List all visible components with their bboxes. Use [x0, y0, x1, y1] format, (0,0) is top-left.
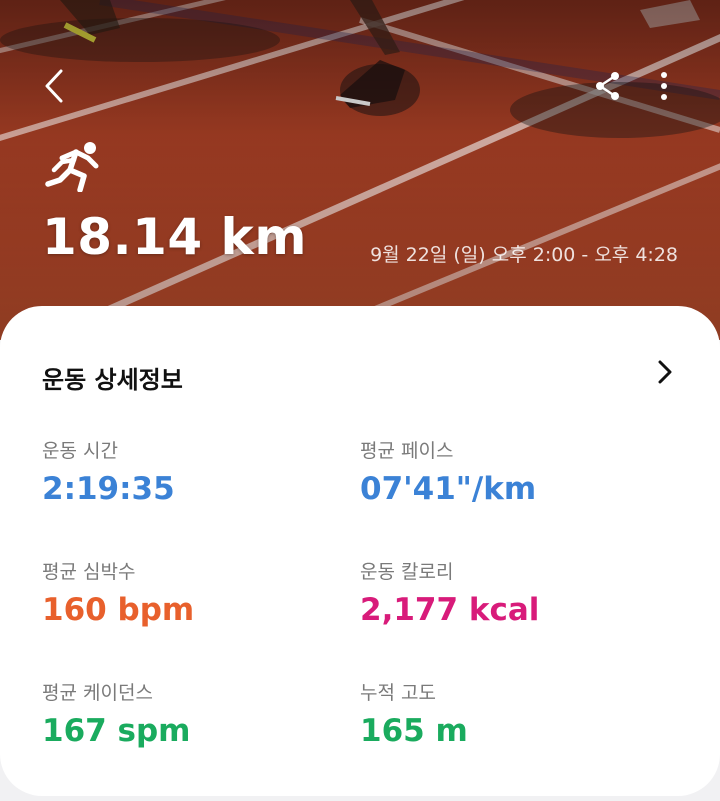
more-options-button[interactable] — [640, 62, 688, 110]
chevron-right-icon — [658, 360, 672, 384]
metric-average-cadence: 평균 케이던스 167 spm — [42, 678, 190, 749]
metric-value: 167 spm — [42, 713, 191, 749]
metric-average-heart-rate: 평균 심박수 160 bpm — [42, 557, 194, 628]
share-icon — [596, 72, 619, 100]
workout-details-open-button[interactable] — [648, 356, 680, 388]
metric-calories: 운동 칼로리 2,177 kcal — [360, 557, 539, 628]
metric-average-pace: 평균 페이스 07'41"/km — [360, 436, 536, 507]
chevron-left-icon — [45, 69, 63, 103]
metric-value: 07'41"/km — [360, 471, 537, 507]
running-icon — [45, 142, 99, 192]
metric-label: 운동 칼로리 — [360, 561, 454, 583]
metric-value: 2:19:35 — [42, 471, 175, 507]
metric-workout-time: 운동 시간 2:19:35 — [42, 436, 175, 507]
metric-value: 165 m — [360, 713, 468, 749]
hero-image: 18.14 km 9월 22일 (일) 오후 2:00 - 오후 4:28 — [0, 0, 720, 340]
total-distance: 18.14 km — [42, 208, 307, 266]
share-button[interactable] — [584, 62, 632, 110]
metric-value: 160 bpm — [42, 592, 195, 628]
metric-label: 운동 시간 — [42, 440, 118, 462]
metric-label: 평균 페이스 — [360, 440, 454, 462]
workout-date-range: 9월 22일 (일) 오후 2:00 - 오후 4:28 — [370, 244, 678, 266]
workout-details-title: 운동 상세정보 — [42, 366, 183, 394]
hero-shade — [0, 0, 720, 340]
metric-elevation-gain: 누적 고도 165 m — [360, 678, 468, 749]
metric-label: 누적 고도 — [360, 682, 436, 704]
metric-label: 평균 심박수 — [42, 561, 136, 583]
metric-value: 2,177 kcal — [360, 592, 540, 628]
back-button[interactable] — [30, 62, 78, 110]
more-vertical-icon — [661, 72, 667, 100]
metric-label: 평균 케이던스 — [42, 682, 153, 704]
workout-details-card: 운동 상세정보 운동 시간 2:19:35 평균 페이스 07'41"/km 평… — [0, 306, 720, 796]
